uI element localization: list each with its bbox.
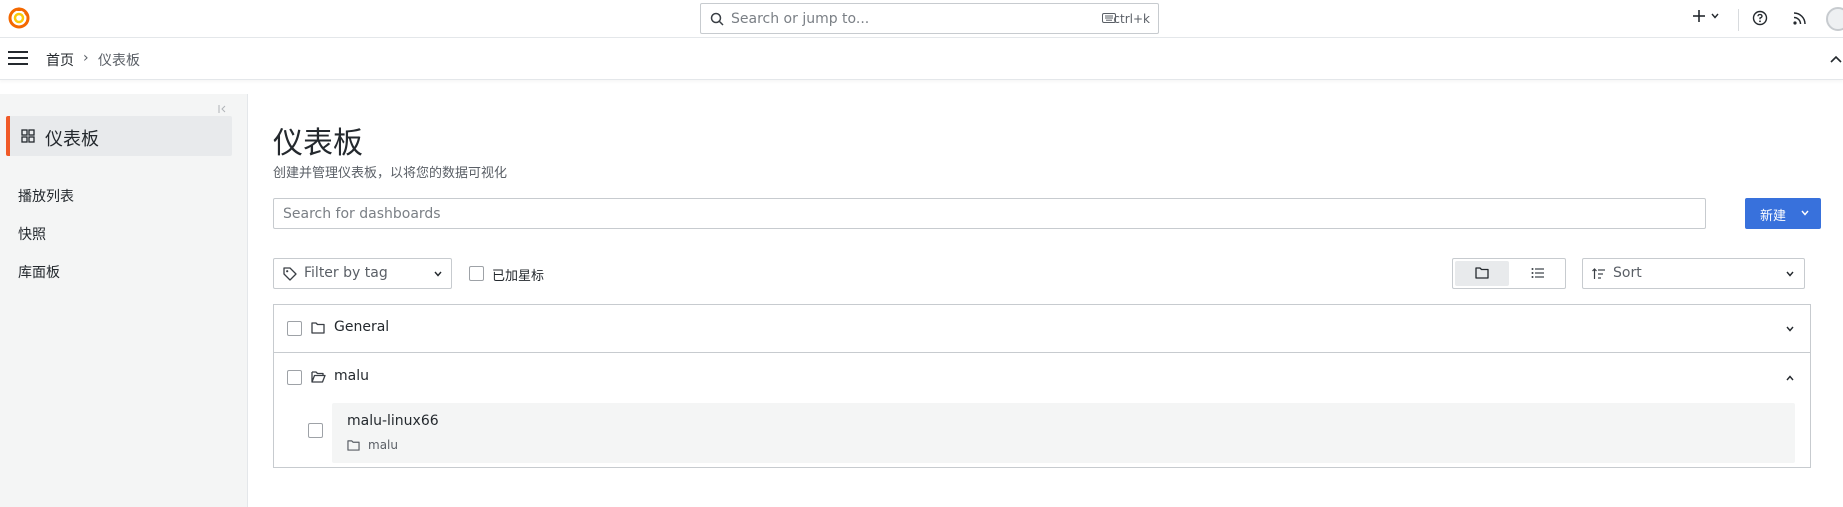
folder-icon (311, 321, 325, 334)
new-button-label: 新建 (1760, 209, 1787, 224)
dashboard-title[interactable]: malu-linux66 (347, 413, 439, 429)
apps-icon (21, 129, 35, 143)
chevron-down-icon (1801, 210, 1809, 216)
breadcrumb-home[interactable]: 首页 (46, 50, 74, 70)
tag-filter-placeholder: Filter by tag (304, 265, 388, 281)
tag-filter-select[interactable]: Filter by tag (273, 258, 452, 289)
help-icon[interactable] (1752, 10, 1768, 26)
chevron-down-icon (1786, 271, 1794, 277)
sidebar-item-library-panels[interactable]: 库面板 (18, 262, 60, 282)
folder-name[interactable]: malu (334, 368, 369, 384)
starred-checkbox[interactable] (469, 266, 484, 281)
page-title: 仪表板 (273, 126, 363, 161)
sidebar: 仪表板 播放列表 快照 库面板 (0, 94, 248, 507)
chevron-down-icon (1711, 13, 1719, 19)
dashboard-checkbox[interactable] (308, 423, 323, 438)
chevron-up-icon[interactable] (1830, 55, 1842, 63)
sidebar-item-dashboards[interactable]: 仪表板 (6, 116, 232, 156)
global-search[interactable]: Search or jump to... ctrl+k (700, 3, 1159, 34)
folder-row-general[interactable]: General (274, 305, 1810, 353)
chevron-up-icon[interactable] (1786, 375, 1794, 381)
dashboard-browse-list: General malu malu-linux66 malu (273, 304, 1811, 468)
grafana-logo-icon[interactable] (7, 6, 31, 30)
main-content: 仪表板 创建并管理仪表板，以将您的数据可视化 新建 Filter by tag … (249, 94, 1843, 507)
breadcrumb-separator: › (83, 50, 89, 66)
list-view-button[interactable] (1511, 261, 1565, 286)
page-subtitle: 创建并管理仪表板，以将您的数据可视化 (273, 166, 508, 181)
hamburger-menu-icon[interactable] (8, 51, 28, 65)
rss-icon[interactable] (1792, 10, 1808, 26)
sort-label: Sort (1613, 265, 1642, 281)
folder-row-malu[interactable]: malu (274, 354, 1810, 402)
folder-name[interactable]: General (334, 319, 389, 335)
avatar[interactable] (1826, 7, 1843, 31)
sidebar-item-playlists[interactable]: 播放列表 (18, 186, 74, 206)
chevron-down-icon (434, 271, 442, 277)
search-shortcut: ctrl+k (1113, 12, 1150, 26)
chevron-down-icon[interactable] (1786, 326, 1794, 332)
breadcrumb-bar: 首页 › 仪表板 (0, 38, 1843, 80)
folder-icon (347, 439, 360, 451)
folder-icon (1475, 267, 1489, 279)
search-placeholder: Search or jump to... (731, 11, 870, 27)
new-button[interactable]: 新建 (1745, 198, 1821, 229)
sort-select[interactable]: Sort (1582, 258, 1805, 289)
new-menu-button[interactable] (1692, 9, 1719, 23)
dashboard-item[interactable]: malu-linux66 malu (332, 403, 1795, 463)
folder-open-icon (311, 370, 326, 383)
starred-label: 已加星标 (492, 269, 545, 284)
plus-icon (1693, 10, 1705, 22)
folder-checkbox[interactable] (287, 370, 302, 385)
view-toggle (1452, 258, 1566, 289)
divider (1738, 9, 1739, 31)
folder-view-button[interactable] (1455, 261, 1509, 286)
folder-checkbox[interactable] (287, 321, 302, 336)
list-icon (1531, 268, 1544, 278)
search-icon (710, 12, 724, 26)
tag-icon (283, 267, 297, 281)
sort-icon (1592, 268, 1606, 280)
dock-menu-icon[interactable] (218, 104, 228, 114)
sidebar-item-label: 仪表板 (45, 129, 99, 150)
dashboard-search-input[interactable] (273, 198, 1706, 229)
breadcrumb-current: 仪表板 (98, 53, 140, 69)
sidebar-item-snapshots[interactable]: 快照 (18, 224, 46, 244)
dashboard-folder-location: malu (368, 438, 398, 452)
top-bar: Search or jump to... ctrl+k (0, 0, 1843, 38)
